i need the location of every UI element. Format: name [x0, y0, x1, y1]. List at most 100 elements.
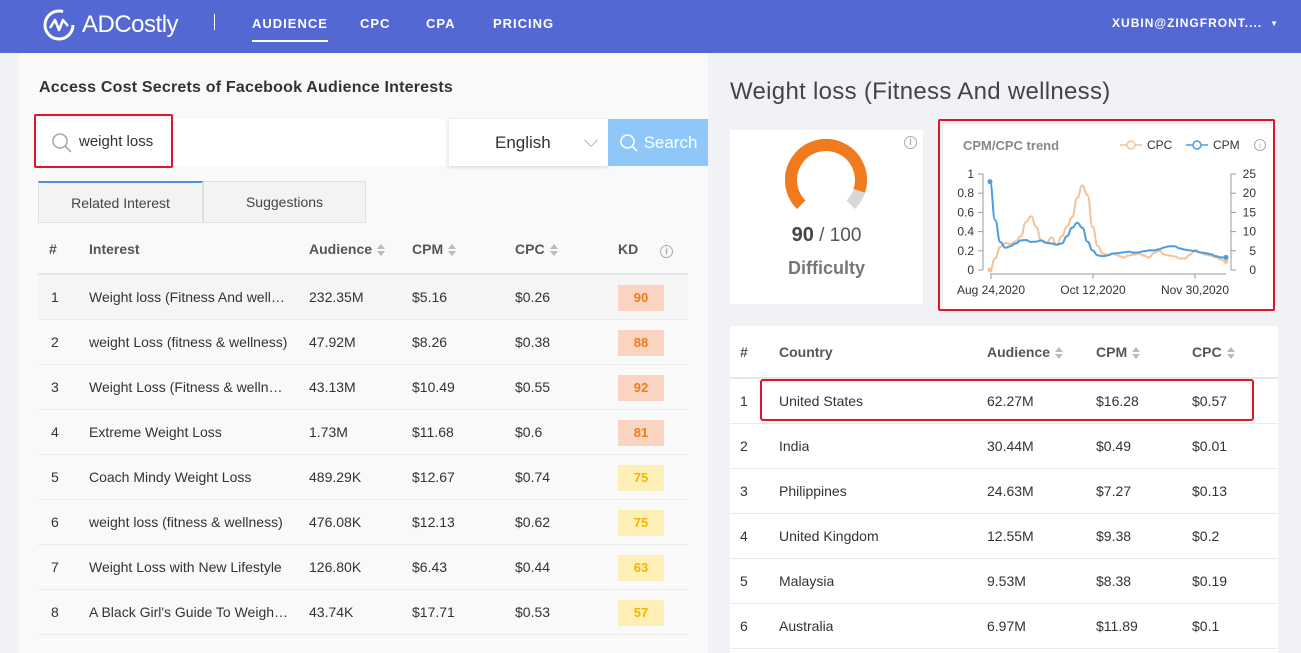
nav-cpa[interactable]: CPA [426, 16, 455, 31]
audience-value: 43.74K [309, 604, 354, 620]
search-button-label: Search [643, 132, 698, 152]
row-index: 3 [51, 379, 59, 395]
cpm-value: $9.38 [1096, 528, 1132, 544]
col-cpc[interactable]: CPC [1192, 326, 1235, 379]
highlight-box [938, 119, 1275, 311]
table-row[interactable]: 8 A Black Girl's Guide To Weight Loss 43.7… [38, 590, 688, 635]
interest-name[interactable]: weight loss (fitness & wellness) [89, 500, 289, 545]
table-row[interactable]: 5 Malaysia 9.53M $8.38 $0.19 [730, 559, 1278, 604]
cpm-value: $12.67 [412, 469, 455, 485]
nav-cpc[interactable]: CPC [360, 16, 390, 31]
col-cpc-label: CPC [515, 241, 545, 257]
table-row[interactable]: 6 weight loss (fitness & wellness) 476.08K… [38, 500, 688, 545]
cpm-value: $8.38 [1096, 573, 1132, 589]
sort-icon [377, 244, 386, 257]
search-button[interactable]: Search [608, 119, 708, 166]
col-cpm[interactable]: CPM [1096, 326, 1141, 379]
col-cpc-label: CPC [1192, 344, 1222, 360]
cpm-value: $11.68 [412, 424, 454, 440]
country-table: # Country Audience CPM CPC 1 United State… [730, 326, 1278, 653]
row-index: 5 [740, 573, 748, 589]
kd-badge: 75 [618, 510, 664, 536]
kd-badge: 57 [618, 600, 664, 626]
table-header: # Interest Audience CPM CPC KD i [38, 223, 688, 275]
row-index: 5 [51, 469, 59, 485]
cpm-value: $7.27 [1096, 483, 1132, 499]
difficulty-max: / 100 [819, 225, 862, 246]
row-index: 4 [51, 424, 59, 440]
sort-icon [1055, 347, 1064, 360]
audience-value: 9.53M [987, 573, 1026, 589]
cpc-value: $0.2 [1192, 528, 1220, 544]
nav-pricing[interactable]: PRICING [493, 16, 554, 31]
cpc-value: $0.44 [515, 559, 551, 575]
cpc-value: $0.38 [515, 334, 551, 350]
audience-value: 1.73M [309, 424, 348, 440]
cpc-value: $0.13 [1192, 483, 1228, 499]
col-cpm[interactable]: CPM [412, 223, 457, 275]
col-audience-label: Audience [309, 241, 373, 257]
col-cpc[interactable]: CPC [515, 223, 558, 275]
cpc-value: $0.19 [1192, 573, 1228, 589]
interest-name[interactable]: Coach Mindy Weight Loss [89, 455, 289, 500]
col-audience[interactable]: Audience [987, 326, 1064, 379]
sort-icon [448, 244, 457, 257]
table-row[interactable]: 7 Weight Loss with New Lifestyle 126.80K $6… [38, 545, 688, 590]
row-index: 2 [51, 334, 59, 350]
language-select[interactable]: English [448, 119, 608, 166]
col-kd: KD [618, 241, 639, 257]
logo[interactable]: ADCostly [42, 8, 179, 42]
cpc-value: $0.1 [1192, 618, 1220, 634]
sort-icon [1226, 347, 1235, 360]
country-name: Malaysia [779, 573, 835, 589]
chevron-down-icon: ▼ [1270, 19, 1279, 29]
interest-panel: Access Cost Secrets of Facebook Audience… [18, 53, 708, 653]
interest-name[interactable]: Weight loss (Fitness And wellness) [89, 275, 289, 320]
table-row[interactable]: 6 Australia 6.97M $11.89 $0.1 [730, 604, 1278, 649]
highlight-box [760, 379, 1254, 421]
table-row[interactable]: 3 Philippines 24.63M $7.27 $0.13 [730, 469, 1278, 514]
interest-name[interactable]: Weight Loss (Fitness & wellness) [89, 365, 289, 410]
cpc-value: $0.6 [515, 424, 543, 440]
country-name: Australia [779, 618, 834, 634]
cpc-value: $0.55 [515, 379, 551, 395]
search-icon [619, 133, 638, 152]
table-row[interactable]: 5 Coach Mindy Weight Loss 489.29K $12.67 $0.… [38, 455, 688, 500]
tab-suggestions[interactable]: Suggestions [203, 181, 366, 223]
cpm-value: $17.71 [412, 604, 455, 620]
tab-related-interest[interactable]: Related Interest [38, 181, 203, 223]
cpm-value: $0.49 [1096, 438, 1132, 454]
table-row[interactable]: 4 United Kingdom 12.55M $9.38 $0.2 [730, 514, 1278, 559]
table-row[interactable]: 1 Weight loss (Fitness And wellness) 232.3… [38, 275, 688, 320]
cpm-value: $12.13 [412, 514, 455, 530]
cpm-value: $6.43 [412, 559, 448, 575]
interest-name[interactable]: Extreme Weight Loss [89, 410, 289, 455]
kd-badge: 88 [618, 330, 664, 356]
table-row[interactable]: 3 Weight Loss (Fitness & wellness) 43.13M $… [38, 365, 688, 410]
col-audience[interactable]: Audience [309, 223, 386, 275]
row-index: 4 [740, 528, 748, 544]
audience-value: 476.08K [309, 514, 362, 530]
row-index: 6 [51, 514, 59, 530]
row-index: 7 [51, 559, 59, 575]
info-icon[interactable]: i [660, 223, 673, 275]
cpc-value: $0.74 [515, 469, 551, 485]
cpm-value: $5.16 [412, 289, 448, 305]
col-cpm-label: CPM [412, 241, 444, 257]
user-menu[interactable]: XUBIN@ZINGFRONT.... ▼ [1112, 16, 1279, 30]
cpc-value: $0.01 [1192, 438, 1228, 454]
interest-name[interactable]: Weight Loss with New Lifestyle [89, 545, 289, 590]
interest-name[interactable]: A Black Girl's Guide To Weight Loss [89, 590, 289, 635]
interest-name[interactable]: weight Loss (fitness & wellness) [89, 320, 289, 365]
audience-value: 43.13M [309, 379, 356, 395]
nav-audience[interactable]: AUDIENCE [252, 16, 328, 42]
difficulty-card: i 90 / 100 Difficulty [730, 130, 923, 304]
table-row[interactable]: 2 India 30.44M $0.49 $0.01 [730, 424, 1278, 469]
table-row[interactable]: 4 Extreme Weight Loss 1.73M $11.68 $0.6 81 [38, 410, 688, 455]
user-email: XUBIN@ZINGFRONT.... [1112, 16, 1263, 30]
table-row[interactable]: 2 weight Loss (fitness & wellness) 47.92M $… [38, 320, 688, 365]
audience-value: 126.80K [309, 559, 362, 575]
kd-badge: 63 [618, 555, 664, 581]
col-index: # [49, 241, 57, 257]
language-value: English [495, 133, 551, 152]
